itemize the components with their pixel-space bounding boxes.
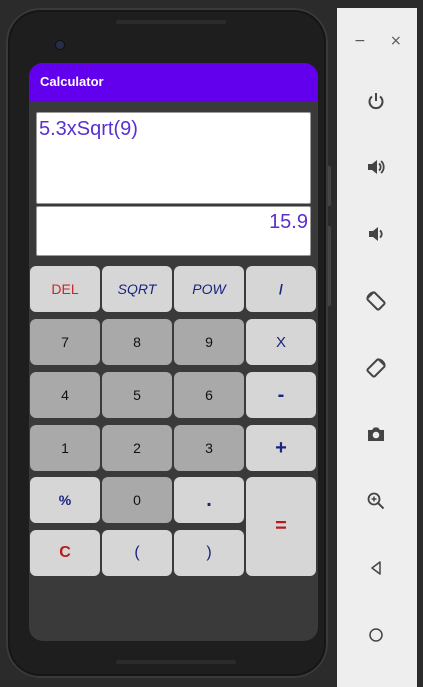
close-paren-button[interactable]: ) <box>174 530 244 576</box>
phone-power-key <box>328 166 331 206</box>
plus-button[interactable]: + <box>246 425 316 471</box>
divide-button[interactable]: / <box>246 266 316 312</box>
percent-button[interactable]: % <box>30 477 100 523</box>
minimize-button[interactable]: − <box>354 33 366 49</box>
speaker-grille-bottom <box>116 660 236 664</box>
digit-0-button[interactable]: 0 <box>102 477 172 523</box>
sqrt-button[interactable]: SQRT <box>102 266 172 312</box>
app-screen: Calculator 5.3xSqrt(9) 15.9 DEL SQRT POW… <box>29 63 318 641</box>
digit-4-button[interactable]: 4 <box>30 372 100 418</box>
app-title: Calculator <box>40 74 104 89</box>
power-icon[interactable] <box>363 88 389 114</box>
phone-volume-key <box>328 226 331 306</box>
rotate-left-icon[interactable] <box>363 288 389 314</box>
digit-8-button[interactable]: 8 <box>102 319 172 365</box>
digit-2-button[interactable]: 2 <box>102 425 172 471</box>
digit-1-button[interactable]: 1 <box>30 425 100 471</box>
del-button[interactable]: DEL <box>30 266 100 312</box>
digit-3-button[interactable]: 3 <box>174 425 244 471</box>
equals-button[interactable]: = <box>246 477 316 576</box>
pow-button[interactable]: POW <box>174 266 244 312</box>
camera-icon[interactable] <box>363 421 389 447</box>
volume-up-icon[interactable] <box>363 154 389 180</box>
rotate-right-icon[interactable] <box>363 355 389 381</box>
app-bar: Calculator <box>29 63 318 102</box>
back-icon[interactable] <box>363 555 389 581</box>
phone-frame: Calculator 5.3xSqrt(9) 15.9 DEL SQRT POW… <box>6 8 328 678</box>
speaker-grille-top <box>116 20 226 24</box>
expression-text: 5.3xSqrt(9) <box>39 118 138 140</box>
digit-9-button[interactable]: 9 <box>174 319 244 365</box>
expression-display[interactable]: 5.3xSqrt(9) <box>36 112 311 204</box>
emulator-toolbar: − × <box>337 8 417 687</box>
decimal-button[interactable]: . <box>174 477 244 523</box>
result-text: 15.9 <box>269 211 308 233</box>
multiply-button[interactable]: X <box>246 319 316 365</box>
zoom-icon[interactable] <box>363 488 389 514</box>
home-icon[interactable] <box>363 622 389 648</box>
minus-button[interactable]: - <box>246 372 316 418</box>
front-camera <box>56 41 64 49</box>
open-paren-button[interactable]: ( <box>102 530 172 576</box>
digit-6-button[interactable]: 6 <box>174 372 244 418</box>
clear-button[interactable]: C <box>30 530 100 576</box>
close-button[interactable]: × <box>390 33 402 49</box>
volume-down-icon[interactable] <box>363 221 389 247</box>
digit-5-button[interactable]: 5 <box>102 372 172 418</box>
result-display: 15.9 <box>36 206 311 256</box>
digit-7-button[interactable]: 7 <box>30 319 100 365</box>
